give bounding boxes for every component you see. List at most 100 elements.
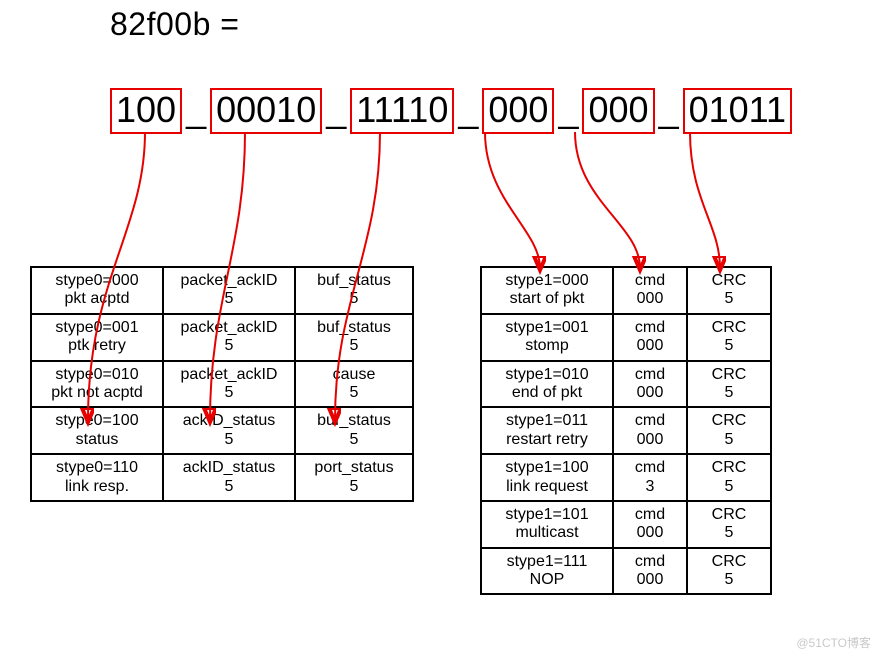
cell-line: pkt not acptd (51, 384, 143, 401)
cell: CRC 5 (687, 267, 771, 314)
cell: stype0=100 status (31, 407, 163, 454)
cell-line: 5 (725, 524, 734, 541)
cell-line: 000 (637, 384, 664, 401)
cell: CRC 5 (687, 407, 771, 454)
cell: cmd 000 (613, 361, 687, 408)
cell: CRC 5 (687, 314, 771, 361)
table-row: stype0=110 link resp. ackID_status 5 por… (31, 454, 413, 501)
cell-line: stomp (525, 337, 569, 354)
cell: cmd 000 (613, 548, 687, 595)
cell-line: pkt acptd (65, 290, 130, 307)
cell: stype1=101 multicast (481, 501, 613, 548)
cell: packet_ackID 5 (163, 314, 295, 361)
cell-line: packet_ackID (181, 272, 278, 289)
bin-field-1: 00010 (210, 88, 322, 134)
bin-field-5: 01011 (683, 88, 792, 134)
cell: stype1=010 end of pkt (481, 361, 613, 408)
cell-line: buf_status (317, 272, 391, 289)
cell-line: port_status (314, 459, 393, 476)
cell-line: stype1=010 (505, 366, 588, 383)
cell-line: NOP (530, 571, 565, 588)
cell-line: packet_ackID (181, 319, 278, 336)
cell: cmd 3 (613, 454, 687, 501)
cell: cmd 000 (613, 314, 687, 361)
bin-sep: _ (454, 90, 482, 132)
cell-line: CRC (712, 459, 747, 476)
cell-line: 5 (725, 431, 734, 448)
cell: port_status 5 (295, 454, 413, 501)
table-row: stype1=011 restart retry cmd 000 CRC 5 (481, 407, 771, 454)
cell-line: cmd (635, 553, 665, 570)
cell-line: stype0=001 (55, 319, 138, 336)
cell-line: ptk retry (68, 337, 126, 354)
bin-field-4: 000 (582, 88, 654, 134)
diagram-root: 82f00b = 100 _ 00010 _ 11110 _ 000 _ 000… (0, 0, 879, 665)
cell-line: 5 (225, 384, 234, 401)
cell-line: CRC (712, 553, 747, 570)
cell: packet_ackID 5 (163, 361, 295, 408)
cell-line: 5 (725, 478, 734, 495)
table-row: stype0=010 pkt not acptd packet_ackID 5 … (31, 361, 413, 408)
cell-line: cmd (635, 506, 665, 523)
table-row: stype1=111 NOP cmd 000 CRC 5 (481, 548, 771, 595)
table-row: stype1=001 stomp cmd 000 CRC 5 (481, 314, 771, 361)
bin-sep: _ (322, 90, 350, 132)
cell-line: stype1=001 (505, 319, 588, 336)
cell-line: 5 (350, 431, 359, 448)
bin-sep: _ (182, 90, 210, 132)
bin-field-0: 100 (110, 88, 182, 134)
binary-row: 100 _ 00010 _ 11110 _ 000 _ 000 _ 01011 (110, 88, 792, 134)
bin-sep: _ (655, 90, 683, 132)
cell: CRC 5 (687, 361, 771, 408)
cell-line: 000 (637, 571, 664, 588)
cell: CRC 5 (687, 548, 771, 595)
left-table: stype0=000 pkt acptd packet_ackID 5 buf_… (30, 266, 414, 502)
cell-line: stype0=100 (55, 412, 138, 429)
cell: stype1=000 start of pkt (481, 267, 613, 314)
cell: ackID_status 5 (163, 407, 295, 454)
cell-line: 5 (350, 290, 359, 307)
cell-line: stype1=101 (505, 506, 588, 523)
table-row: stype1=101 multicast cmd 000 CRC 5 (481, 501, 771, 548)
cell: cmd 000 (613, 407, 687, 454)
bin-sep: _ (554, 90, 582, 132)
watermark: @51CTO博客 (796, 634, 871, 651)
cell: stype0=010 pkt not acptd (31, 361, 163, 408)
cell-line: status (76, 431, 119, 448)
cell-line: CRC (712, 366, 747, 383)
cell: buf_status 5 (295, 267, 413, 314)
cell-line: link request (506, 478, 588, 495)
cell-line: 000 (637, 431, 664, 448)
table-row: stype1=100 link request cmd 3 CRC 5 (481, 454, 771, 501)
table-row: stype1=010 end of pkt cmd 000 CRC 5 (481, 361, 771, 408)
cell-line: stype1=000 (505, 272, 588, 289)
cell-line: cmd (635, 272, 665, 289)
table-row: stype0=000 pkt acptd packet_ackID 5 buf_… (31, 267, 413, 314)
cell: cmd 000 (613, 267, 687, 314)
cell: stype0=000 pkt acptd (31, 267, 163, 314)
cell-line: 5 (725, 571, 734, 588)
cell-line: restart retry (506, 431, 588, 448)
cell-line: ackID_status (183, 459, 275, 476)
cell-line: 5 (725, 384, 734, 401)
cell-line: buf_status (317, 412, 391, 429)
cell-line: 000 (637, 337, 664, 354)
cell-line: 5 (225, 431, 234, 448)
cell-line: cmd (635, 459, 665, 476)
cell: cmd 000 (613, 501, 687, 548)
cell: stype1=001 stomp (481, 314, 613, 361)
bin-field-2: 11110 (350, 88, 454, 134)
cell-line: CRC (712, 412, 747, 429)
cell: stype1=100 link request (481, 454, 613, 501)
cell-line: 5 (350, 478, 359, 495)
cell: CRC 5 (687, 454, 771, 501)
cell-line: stype1=100 (505, 459, 588, 476)
cell: stype1=011 restart retry (481, 407, 613, 454)
cell-line: 5 (725, 290, 734, 307)
cell-line: ackID_status (183, 412, 275, 429)
cell-line: stype1=111 (507, 553, 588, 570)
cell-line: CRC (712, 319, 747, 336)
cell: stype0=110 link resp. (31, 454, 163, 501)
cell-line: 5 (225, 337, 234, 354)
cell-line: start of pkt (510, 290, 585, 307)
